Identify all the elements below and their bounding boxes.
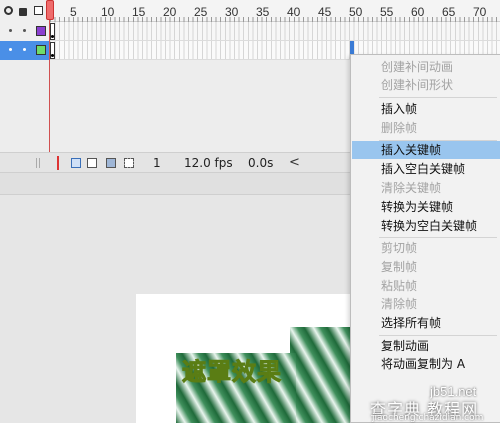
menu-item-copy-motion[interactable]: 复制动画 <box>352 337 500 355</box>
mask-gradient-stripes[interactable] <box>290 327 350 423</box>
frame-rate[interactable]: 12.0 fps <box>184 156 233 170</box>
menu-item-select-all-frames[interactable]: 选择所有帧 <box>352 314 500 332</box>
lock-icon[interactable] <box>19 8 27 16</box>
ruler-label: 10 <box>101 5 115 19</box>
frame-strip[interactable] <box>50 22 500 41</box>
keyframe[interactable] <box>50 23 55 40</box>
menu-item-copy-frames: 复制帧 <box>381 260 418 274</box>
scroll-left-arrow[interactable]: < <box>289 155 300 170</box>
watermark-url: jiaocheng.chazidian.com <box>372 413 484 423</box>
ruler-label: 20 <box>163 5 177 19</box>
ruler-label: 50 <box>349 5 363 19</box>
layer-row[interactable] <box>0 22 500 41</box>
onion-skin-outline-icon[interactable] <box>87 158 97 168</box>
ruler-label: 55 <box>380 5 394 19</box>
ruler-label: 65 <box>442 5 456 19</box>
elapsed-time: 0.0s <box>248 156 274 170</box>
outline-icon[interactable] <box>34 6 43 15</box>
layer-header <box>0 0 50 22</box>
ruler-label: 15 <box>132 5 146 19</box>
ruler-label: 35 <box>256 5 270 19</box>
lock-dot[interactable] <box>23 48 26 51</box>
ruler-label: 5 <box>70 5 77 19</box>
playhead[interactable] <box>46 0 54 20</box>
menu-separator <box>379 237 497 238</box>
ruler-label: 70 <box>473 5 487 19</box>
ruler-label: 30 <box>225 5 239 19</box>
menu-separator <box>379 335 497 336</box>
menu-separator <box>379 97 497 98</box>
mask-effect-text[interactable]: 遮罩效果 <box>182 352 282 387</box>
edit-multiple-frames-icon[interactable] <box>106 158 116 168</box>
layer-color-swatch[interactable] <box>36 45 46 55</box>
menu-item-create-motion-tween: 创建补间动画 <box>381 60 454 74</box>
keyframe[interactable] <box>50 42 55 59</box>
menu-item-insert-frame[interactable]: 插入帧 <box>352 100 500 118</box>
menu-item-insert-keyframe[interactable]: 插入关键帧 <box>352 141 500 159</box>
context-menu: 创建补间动画 创建补间形状 插入帧 删除帧 插入关键帧 插入空白关键帧 清除关键… <box>350 54 500 423</box>
stage-canvas[interactable]: 遮罩效果 <box>136 294 350 423</box>
visibility-dot[interactable] <box>9 29 12 32</box>
menu-item-copy-motion-as[interactable]: 将动画复制为 A <box>352 355 500 373</box>
center-frame-icon[interactable] <box>53 156 63 170</box>
menu-item-remove-frames: 删除帧 <box>381 121 418 135</box>
grip-icon[interactable] <box>36 158 42 168</box>
eye-icon[interactable] <box>4 6 13 15</box>
ruler-label: 40 <box>287 5 301 19</box>
menu-item-clear-keyframe: 清除关键帧 <box>381 181 442 195</box>
menu-item-paste-frames: 粘贴帧 <box>381 279 418 293</box>
current-frame: 1 <box>153 156 161 170</box>
ruler-label: 60 <box>411 5 425 19</box>
layer-color-swatch[interactable] <box>36 26 46 36</box>
menu-item-convert-to-blank-keyframes[interactable]: 转换为空白关键帧 <box>352 217 500 235</box>
menu-item-clear-frames: 清除帧 <box>381 297 418 311</box>
ruler-label: 25 <box>194 5 208 19</box>
visibility-dot[interactable] <box>9 48 12 51</box>
lock-dot[interactable] <box>23 29 26 32</box>
menu-item-insert-blank-keyframe[interactable]: 插入空白关键帧 <box>352 160 500 178</box>
playhead-line <box>49 20 50 152</box>
menu-item-create-shape-tween: 创建补间形状 <box>381 78 454 92</box>
menu-item-convert-to-keyframes[interactable]: 转换为关键帧 <box>352 198 500 216</box>
menu-item-cut-frames: 剪切帧 <box>381 241 418 255</box>
modify-onion-markers-icon[interactable] <box>124 158 134 168</box>
onion-skin-icon[interactable] <box>71 158 81 168</box>
ruler-label: 45 <box>318 5 332 19</box>
frame-ruler[interactable]: 5 10 15 20 25 30 35 40 45 50 55 60 65 70 <box>0 0 500 22</box>
